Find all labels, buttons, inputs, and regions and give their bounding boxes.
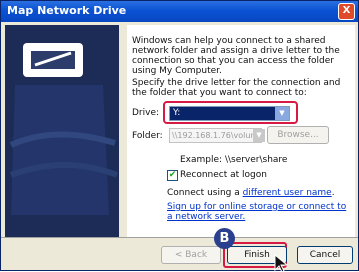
folder-input[interactable]: \\192.168.1.76\volume1 [169, 128, 262, 143]
connect-as-text: Connect using a different user name. [167, 188, 335, 198]
map-network-drive-window: Map Network Drive X Windows can help you… [0, 0, 359, 272]
network-drive-illustration-icon [5, 25, 119, 237]
connect-as-suffix: . [331, 188, 335, 198]
browse-button[interactable]: Browse... [267, 126, 329, 144]
folder-label: Folder: [132, 131, 163, 141]
drive-label: Drive: [132, 108, 160, 118]
button-separator [1, 237, 358, 238]
chevron-down-icon[interactable]: ▼ [253, 129, 265, 142]
signup-link[interactable]: Sign up for online storage or connect to… [167, 202, 347, 222]
different-user-link[interactable]: different user name [243, 188, 332, 198]
specify-text: Specify the drive letter for the connect… [132, 78, 341, 98]
close-button[interactable]: X [338, 3, 355, 20]
intro-text: Windows can help you connect to a shared… [132, 36, 340, 76]
cancel-button[interactable]: Cancel [297, 246, 353, 264]
connect-as-prefix: Connect using a [167, 188, 243, 198]
drive-value: Y: [173, 108, 181, 118]
reconnect-checkbox[interactable]: ✔ [167, 170, 178, 181]
drive-select[interactable]: Y: ▼ [169, 106, 290, 121]
example-text: Example: \\server\share [180, 155, 288, 165]
back-button[interactable]: < Back [161, 246, 221, 264]
wizard-side-illustration [5, 25, 119, 237]
mouse-cursor-icon [274, 254, 289, 272]
chevron-down-icon[interactable]: ▼ [275, 107, 289, 120]
title-bar[interactable]: Map Network Drive X [1, 1, 358, 22]
window-title: Map Network Drive [7, 4, 127, 17]
step-marker-badge: B [214, 228, 235, 249]
reconnect-label: Reconnect at logon [180, 170, 267, 180]
